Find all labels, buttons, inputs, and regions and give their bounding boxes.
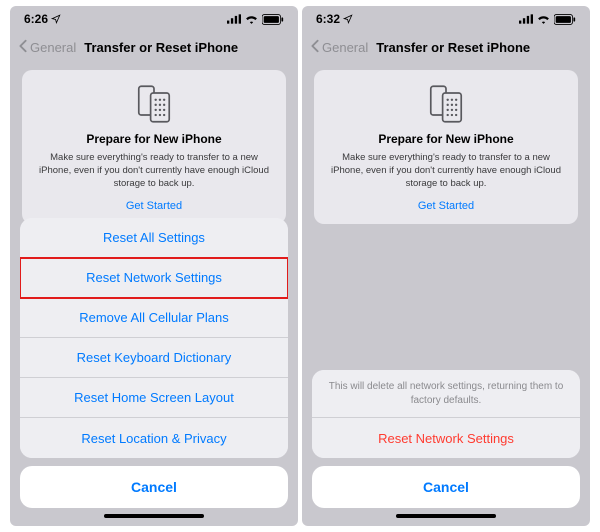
cellular-signal-icon (227, 14, 241, 24)
cellular-signal-icon (519, 14, 533, 24)
home-indicator[interactable] (104, 514, 204, 518)
battery-icon (262, 14, 284, 25)
nav-back-button[interactable]: General (310, 39, 368, 56)
reset-options-group: Reset All Settings Reset Network Setting… (20, 218, 288, 458)
wifi-icon (245, 14, 258, 24)
chevron-left-icon (310, 39, 320, 56)
nav-back-button[interactable]: General (18, 39, 76, 56)
confirm-reset-network-button[interactable]: Reset Network Settings (312, 418, 580, 458)
reset-keyboard-dictionary-button[interactable]: Reset Keyboard Dictionary (20, 338, 288, 378)
card-description: Make sure everything's ready to transfer… (328, 152, 564, 190)
reset-all-settings-button[interactable]: Reset All Settings (20, 218, 288, 258)
get-started-button[interactable]: Get Started (328, 200, 564, 212)
iphone-pair-icon (328, 84, 564, 124)
card-title: Prepare for New iPhone (328, 132, 564, 146)
home-indicator[interactable] (396, 514, 496, 518)
get-started-button[interactable]: Get Started (36, 200, 272, 212)
phone-right: 6:32 Gen (302, 6, 590, 526)
status-time: 6:32 (316, 12, 340, 26)
chevron-left-icon (18, 39, 28, 56)
card-description: Make sure everything's ready to transfer… (36, 152, 272, 190)
wifi-icon (537, 14, 550, 24)
card-title: Prepare for New iPhone (36, 132, 272, 146)
confirm-sheet: This will delete all network settings, r… (302, 370, 590, 526)
action-sheet: Reset All Settings Reset Network Setting… (10, 218, 298, 526)
location-arrow-icon (343, 14, 353, 24)
confirm-message: This will delete all network settings, r… (312, 370, 580, 418)
nav-title: Transfer or Reset iPhone (84, 40, 238, 55)
reset-network-settings-button[interactable]: Reset Network Settings (20, 258, 288, 298)
status-bar: 6:32 (302, 6, 590, 32)
confirm-group: This will delete all network settings, r… (312, 370, 580, 458)
nav-bar: General Transfer or Reset iPhone (302, 32, 590, 62)
prepare-card: Prepare for New iPhone Make sure everyth… (22, 70, 286, 224)
phone-left: 6:26 Gen (10, 6, 298, 526)
iphone-pair-icon (36, 84, 272, 124)
status-bar: 6:26 (10, 6, 298, 32)
reset-home-screen-layout-button[interactable]: Reset Home Screen Layout (20, 378, 288, 418)
prepare-card: Prepare for New iPhone Make sure everyth… (314, 70, 578, 224)
reset-location-privacy-button[interactable]: Reset Location & Privacy (20, 418, 288, 458)
cancel-button[interactable]: Cancel (20, 466, 288, 508)
nav-back-label: General (322, 40, 368, 55)
battery-icon (554, 14, 576, 25)
remove-all-cellular-plans-button[interactable]: Remove All Cellular Plans (20, 298, 288, 338)
location-arrow-icon (51, 14, 61, 24)
cancel-button[interactable]: Cancel (312, 466, 580, 508)
nav-title: Transfer or Reset iPhone (376, 40, 530, 55)
nav-back-label: General (30, 40, 76, 55)
status-time: 6:26 (24, 12, 48, 26)
nav-bar: General Transfer or Reset iPhone (10, 32, 298, 62)
